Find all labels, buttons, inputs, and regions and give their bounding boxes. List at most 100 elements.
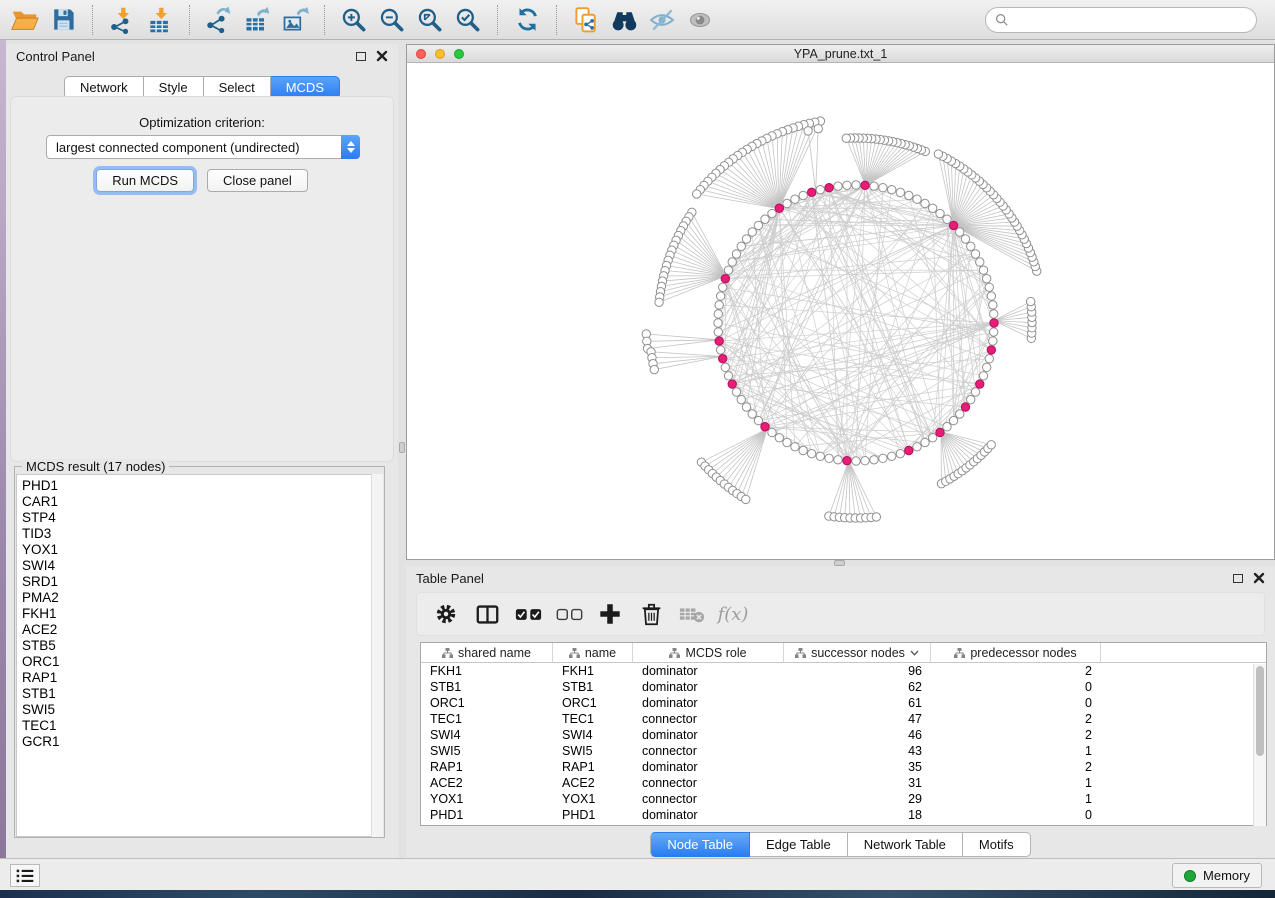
zoom-in-button[interactable] bbox=[335, 3, 373, 37]
float-panel-icon[interactable] bbox=[356, 52, 366, 61]
search-field[interactable] bbox=[985, 7, 1257, 33]
mcds-result-item[interactable]: TEC1 bbox=[22, 718, 373, 734]
zoom-selected-icon bbox=[454, 6, 482, 34]
open-file-button[interactable] bbox=[6, 3, 44, 37]
close-panel-button[interactable]: Close panel bbox=[207, 169, 308, 192]
deselect-all-checkboxes-button[interactable] bbox=[554, 599, 584, 629]
mcds-result-item[interactable]: CAR1 bbox=[22, 494, 373, 510]
network-canvas[interactable] bbox=[407, 63, 1274, 559]
mcds-result-item[interactable]: YOX1 bbox=[22, 542, 373, 558]
scrollbar-thumb[interactable] bbox=[1256, 666, 1264, 756]
mcds-result-item[interactable]: STB5 bbox=[22, 638, 373, 654]
delete-table-button[interactable] bbox=[677, 599, 707, 629]
show-all-button[interactable] bbox=[681, 3, 719, 37]
refresh-button[interactable] bbox=[508, 3, 546, 37]
zoom-selected-button[interactable] bbox=[449, 3, 487, 37]
run-mcds-button[interactable]: Run MCDS bbox=[96, 169, 194, 192]
first-neighbors-button[interactable] bbox=[605, 3, 643, 37]
mcds-result-item[interactable]: FKH1 bbox=[22, 606, 373, 622]
import-table-button[interactable] bbox=[141, 3, 179, 37]
float-panel-icon[interactable] bbox=[1233, 574, 1243, 583]
zoom-fit-button[interactable] bbox=[411, 3, 449, 37]
mcds-result-item[interactable]: STB1 bbox=[22, 686, 373, 702]
column-header-mcds-role[interactable]: MCDS role bbox=[633, 643, 784, 663]
table-cell: 1 bbox=[931, 743, 1101, 759]
tab-node-table[interactable]: Node Table bbox=[650, 832, 750, 857]
mcds-result-list[interactable]: PHD1CAR1STP4TID3YOX1SWI4SRD1PMA2FKH1ACE2… bbox=[16, 474, 373, 837]
column-header-shared-name[interactable]: shared name bbox=[421, 643, 553, 663]
search-input[interactable] bbox=[1015, 13, 1256, 28]
import-network-button[interactable] bbox=[103, 3, 141, 37]
table-cell: dominator bbox=[633, 695, 784, 711]
mcds-result-item[interactable]: SRD1 bbox=[22, 574, 373, 590]
table-cell: SWI5 bbox=[553, 743, 633, 759]
mcds-result-item[interactable]: SWI4 bbox=[22, 558, 373, 574]
table-row[interactable]: TEC1TEC1connector472 bbox=[421, 711, 1266, 727]
table-settings-button[interactable] bbox=[431, 599, 461, 629]
close-panel-icon[interactable] bbox=[376, 50, 388, 62]
export-table-button[interactable] bbox=[238, 3, 276, 37]
mcds-result-item[interactable]: GCR1 bbox=[22, 734, 373, 750]
table-row[interactable]: YOX1YOX1connector291 bbox=[421, 791, 1266, 807]
attribute-tree-icon bbox=[669, 648, 680, 658]
split-columns-button[interactable] bbox=[472, 599, 502, 629]
export-image-button[interactable] bbox=[276, 3, 314, 37]
table-row[interactable]: STB1STB1dominator620 bbox=[421, 679, 1266, 695]
mcds-result-item[interactable]: PMA2 bbox=[22, 590, 373, 606]
close-panel-icon[interactable] bbox=[1253, 572, 1265, 584]
select-all-checkboxes-button[interactable] bbox=[513, 599, 543, 629]
table-row[interactable]: RAP1RAP1dominator352 bbox=[421, 759, 1266, 775]
network-graph[interactable] bbox=[407, 63, 1274, 559]
table-cell: 61 bbox=[784, 695, 931, 711]
column-header-name[interactable]: name bbox=[553, 643, 633, 663]
table-cell: 1 bbox=[931, 791, 1101, 807]
table-row[interactable]: SWI5SWI5connector431 bbox=[421, 743, 1266, 759]
mcds-result-item[interactable]: PHD1 bbox=[22, 478, 373, 494]
zoom-fit-icon bbox=[416, 6, 444, 34]
table-cell: TEC1 bbox=[553, 711, 633, 727]
table-cell: SWI4 bbox=[553, 727, 633, 743]
status-bar: Memory bbox=[0, 858, 1275, 890]
add-column-button[interactable] bbox=[595, 599, 625, 629]
mcds-result-item[interactable]: RAP1 bbox=[22, 670, 373, 686]
tab-network-table[interactable]: Network Table bbox=[848, 832, 963, 857]
save-session-button[interactable] bbox=[44, 3, 82, 37]
export-network-button[interactable] bbox=[200, 3, 238, 37]
mcds-result-item[interactable]: SWI5 bbox=[22, 702, 373, 718]
table-row[interactable]: PHD1PHD1dominator180 bbox=[421, 807, 1266, 823]
hide-selected-button[interactable] bbox=[643, 3, 681, 37]
memory-button[interactable]: Memory bbox=[1172, 863, 1262, 888]
clone-network-button[interactable] bbox=[567, 3, 605, 37]
mcds-result-item[interactable]: ORC1 bbox=[22, 654, 373, 670]
apply-function-button[interactable]: f(x) bbox=[718, 599, 748, 629]
column-header-filler bbox=[1101, 643, 1266, 663]
table-cell: RAP1 bbox=[421, 759, 553, 775]
zoom-out-button[interactable] bbox=[373, 3, 411, 37]
tab-motifs[interactable]: Motifs bbox=[963, 832, 1031, 857]
mcds-result-scrollbar[interactable] bbox=[371, 474, 383, 837]
column-header-successor-nodes[interactable]: successor nodes bbox=[784, 643, 931, 663]
plus-icon bbox=[598, 602, 622, 626]
network-view-window: YPA_prune.txt_1 bbox=[406, 44, 1275, 560]
network-window-titlebar[interactable]: YPA_prune.txt_1 bbox=[407, 45, 1274, 63]
mcds-result-item[interactable]: STP4 bbox=[22, 510, 373, 526]
vertical-splitter[interactable] bbox=[398, 44, 406, 858]
splitter-grip[interactable] bbox=[399, 442, 405, 453]
table-cell: SWI5 bbox=[421, 743, 553, 759]
table-row[interactable]: ORC1ORC1dominator610 bbox=[421, 695, 1266, 711]
task-history-button[interactable] bbox=[10, 864, 40, 887]
table-row[interactable]: ACE2ACE2connector311 bbox=[421, 775, 1266, 791]
export-image-icon bbox=[281, 6, 309, 34]
mcds-result-item[interactable]: ACE2 bbox=[22, 622, 373, 638]
table-cell: 18 bbox=[784, 807, 931, 823]
optimization-criterion-select[interactable]: largest connected component (undirected) bbox=[46, 135, 360, 159]
table-scrollbar[interactable] bbox=[1253, 664, 1266, 826]
delete-column-button[interactable] bbox=[636, 599, 666, 629]
table-row[interactable]: SWI4SWI4dominator462 bbox=[421, 727, 1266, 743]
mcds-result-item[interactable]: TID3 bbox=[22, 526, 373, 542]
table-cell: TEC1 bbox=[421, 711, 553, 727]
table-row[interactable]: FKH1FKH1dominator962 bbox=[421, 663, 1266, 679]
tab-edge-table[interactable]: Edge Table bbox=[750, 832, 848, 857]
table-cell: ACE2 bbox=[553, 775, 633, 791]
column-header-predecessor-nodes[interactable]: predecessor nodes bbox=[931, 643, 1101, 663]
